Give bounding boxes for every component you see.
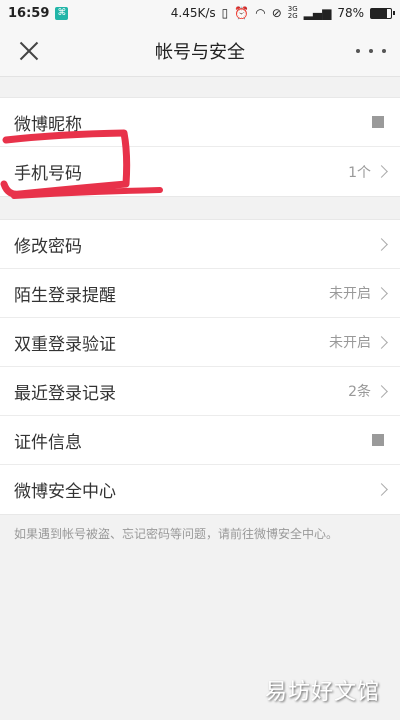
battery-icon [370, 7, 395, 19]
settings-group-account: 微博昵称 手机号码 1个 [0, 97, 400, 197]
network-type-bottom: 2G [287, 12, 298, 20]
row-label: 最近登录记录 [14, 383, 116, 404]
alarm-icon: ⏰ [234, 6, 250, 20]
wifi-icon: ◠ [255, 6, 266, 20]
signal-icon: ▂▄▆ [303, 6, 332, 20]
status-time: 16:59 [8, 5, 50, 21]
network-speed: 4.45K/s [170, 6, 216, 20]
chevron-right-icon [375, 286, 388, 300]
row-label: 陌生登录提醒 [14, 285, 116, 306]
chevron-right-icon [375, 165, 388, 178]
watermark-text: 易坊好文馆 [264, 680, 380, 705]
row-id-info[interactable]: 证件信息 [0, 416, 400, 465]
row-label: 修改密码 [14, 236, 82, 257]
placeholder-square-icon [372, 116, 384, 128]
page-title: 帐号与安全 [155, 42, 245, 63]
row-weibo-security-center[interactable]: 微博安全中心 [0, 465, 400, 514]
row-recent-login-records[interactable]: 最近登录记录 2条 [0, 367, 400, 416]
chevron-right-icon [375, 483, 388, 496]
row-label: 证件信息 [14, 432, 82, 453]
vibrate-icon: ▯ [221, 6, 229, 20]
more-options-icon[interactable] [356, 38, 386, 64]
network-type: 3G 2G [288, 6, 298, 20]
settings-group-security: 修改密码 陌生登录提醒 未开启 双重登录验证 未开启 最近登录记录 2条 证件信… [0, 219, 400, 515]
row-value: 1个 [348, 164, 371, 181]
chevron-right-icon [375, 237, 388, 251]
row-weibo-nickname[interactable]: 微博昵称 [0, 98, 400, 147]
footnote-text: 如果遇到帐号被盗、忘记密码等问题，请前往微博安全中心。 [14, 527, 339, 541]
row-label: 微博安全中心 [14, 482, 116, 502]
close-icon[interactable] [14, 36, 44, 66]
app-notification-icon: ⌘ [55, 6, 69, 20]
title-bar: 帐号与安全 [0, 26, 400, 77]
row-value: 2条 [348, 384, 371, 400]
row-label: 微博昵称 [14, 114, 82, 135]
chevron-right-icon [375, 384, 388, 398]
battery-percent: 78% [337, 6, 364, 20]
row-label: 双重登录验证 [14, 334, 116, 355]
row-phone-number[interactable]: 手机号码 1个 [0, 147, 400, 196]
row-two-step-verification[interactable]: 双重登录验证 未开启 [0, 318, 400, 367]
no-disturb-icon: ⊘ [271, 6, 282, 20]
row-value: 未开启 [329, 335, 371, 351]
row-change-password[interactable]: 修改密码 [0, 220, 400, 269]
status-bar: 16:59 ⌘ 4.45K/s ▯ ⏰ ◠ ⊘ 3G 2G ▂▄▆ 78% [0, 0, 400, 26]
row-value: 未开启 [329, 286, 371, 302]
placeholder-square-icon [372, 434, 384, 446]
chevron-right-icon [375, 335, 388, 349]
row-label: 手机号码 [14, 164, 82, 184]
battery-fill [371, 8, 387, 18]
row-unfamiliar-login-alert[interactable]: 陌生登录提醒 未开启 [0, 269, 400, 318]
